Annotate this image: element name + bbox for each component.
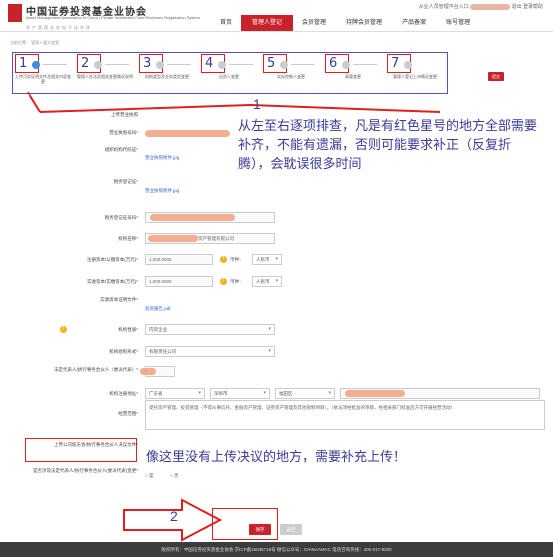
city-select[interactable]: 深圳市 <box>210 388 270 399</box>
upload-notice: 上传营业执照 <box>111 112 138 117</box>
reg-capital-input[interactable]: 1,000.0000 <box>145 254 213 265</box>
tax-label: 税务登记证* <box>113 179 138 184</box>
warning-icon: ! <box>220 256 227 263</box>
back-button[interactable]: 返回 <box>280 524 302 535</box>
currency-label-2: 币种： <box>230 279 244 284</box>
radio-yes[interactable]: ○ 是 <box>145 473 153 479</box>
redacted-value <box>140 368 156 375</box>
paid-capital-input[interactable]: 1,000.0000 <box>145 276 213 287</box>
annotation-number-1: 1 <box>253 96 261 112</box>
arrow-line <box>39 104 251 113</box>
org-form-label: 机构组织形式* <box>109 349 138 354</box>
paid-proof-file-link[interactable]: 验资报告.pdf <box>145 306 171 312</box>
rep-label: 法定代表人/执行事务合伙人（委派代表）* <box>54 367 138 372</box>
arrow-line <box>27 91 41 113</box>
arrow-line <box>249 104 441 113</box>
tax-no-label: 税务登记证号码* <box>104 215 138 220</box>
scope-textarea[interactable]: 受托资产管理、投资管理（不得从事信托、金融资产管理、证券资产管理及其他限制项目）… <box>145 400 545 430</box>
currency-select[interactable]: 人民币 <box>252 254 282 265</box>
reg-capital-label: 注册资本/认缴资本(万元)* <box>87 257 138 262</box>
annotation-note-1: 从左至右逐项排查，凡是有红色星号的地方全部需要补齐，不能有遗漏，否则可能要求补正… <box>238 118 538 171</box>
org-name-label: 机构名称* <box>118 236 138 241</box>
org-form-select[interactable]: 有限责任公司 <box>145 346 275 357</box>
redacted-value <box>145 130 230 137</box>
radio-yes-label: 是 <box>148 473 154 478</box>
footer: 版权所有：中国证券投资基金业协会 京ICP备16045718号 微信公众号：CH… <box>0 542 553 557</box>
org-name-value: 资产管理有限公司 <box>198 236 234 241</box>
currency-select-2[interactable]: 人民币 <box>252 276 282 287</box>
radio-no-label: 否 <box>173 473 179 478</box>
org-type-select[interactable]: 内资企业 <box>145 324 275 335</box>
scope-label: 经营范围* <box>118 411 138 416</box>
redacted-value <box>345 390 405 397</box>
org-type-label: 机构性质* <box>118 327 138 332</box>
address-label: 机构注册地址* <box>109 391 138 396</box>
annotation-note-2: 像这里没有上传决议的地方，需要补充上传！ <box>146 449 407 464</box>
paid-capital-label: 实收资本/实缴资本(万元)* <box>87 279 138 284</box>
currency-label: 币种： <box>230 257 244 262</box>
paid-proof-label: 实收资本证明文件* <box>100 297 138 302</box>
district-select[interactable]: 福田区 <box>275 388 335 399</box>
credit-code-label: 营业执照号码* <box>109 130 138 135</box>
resolution-label: 上传公司股东会/执行事务合伙人决议文件* <box>54 442 138 447</box>
change-rep-label: 是否涉及法定代表人/执行事务合伙人(委派代表)变更* <box>33 468 138 473</box>
annotation-number-2: 2 <box>170 508 178 524</box>
radio-no[interactable]: ○ 否 <box>170 473 178 479</box>
province-select[interactable]: 广东省 <box>145 388 205 399</box>
org-code-file-link[interactable]: 营业执照附件.jpg <box>145 155 179 161</box>
warning-icon: ! <box>220 278 227 285</box>
org-code-label: 组织机构代码证* <box>104 147 138 152</box>
redacted-value <box>148 235 198 242</box>
save-button[interactable]: 保存 <box>249 524 271 535</box>
tax-file-link[interactable]: 营业执照附件.jpg <box>145 188 179 194</box>
redacted-value <box>150 214 235 221</box>
